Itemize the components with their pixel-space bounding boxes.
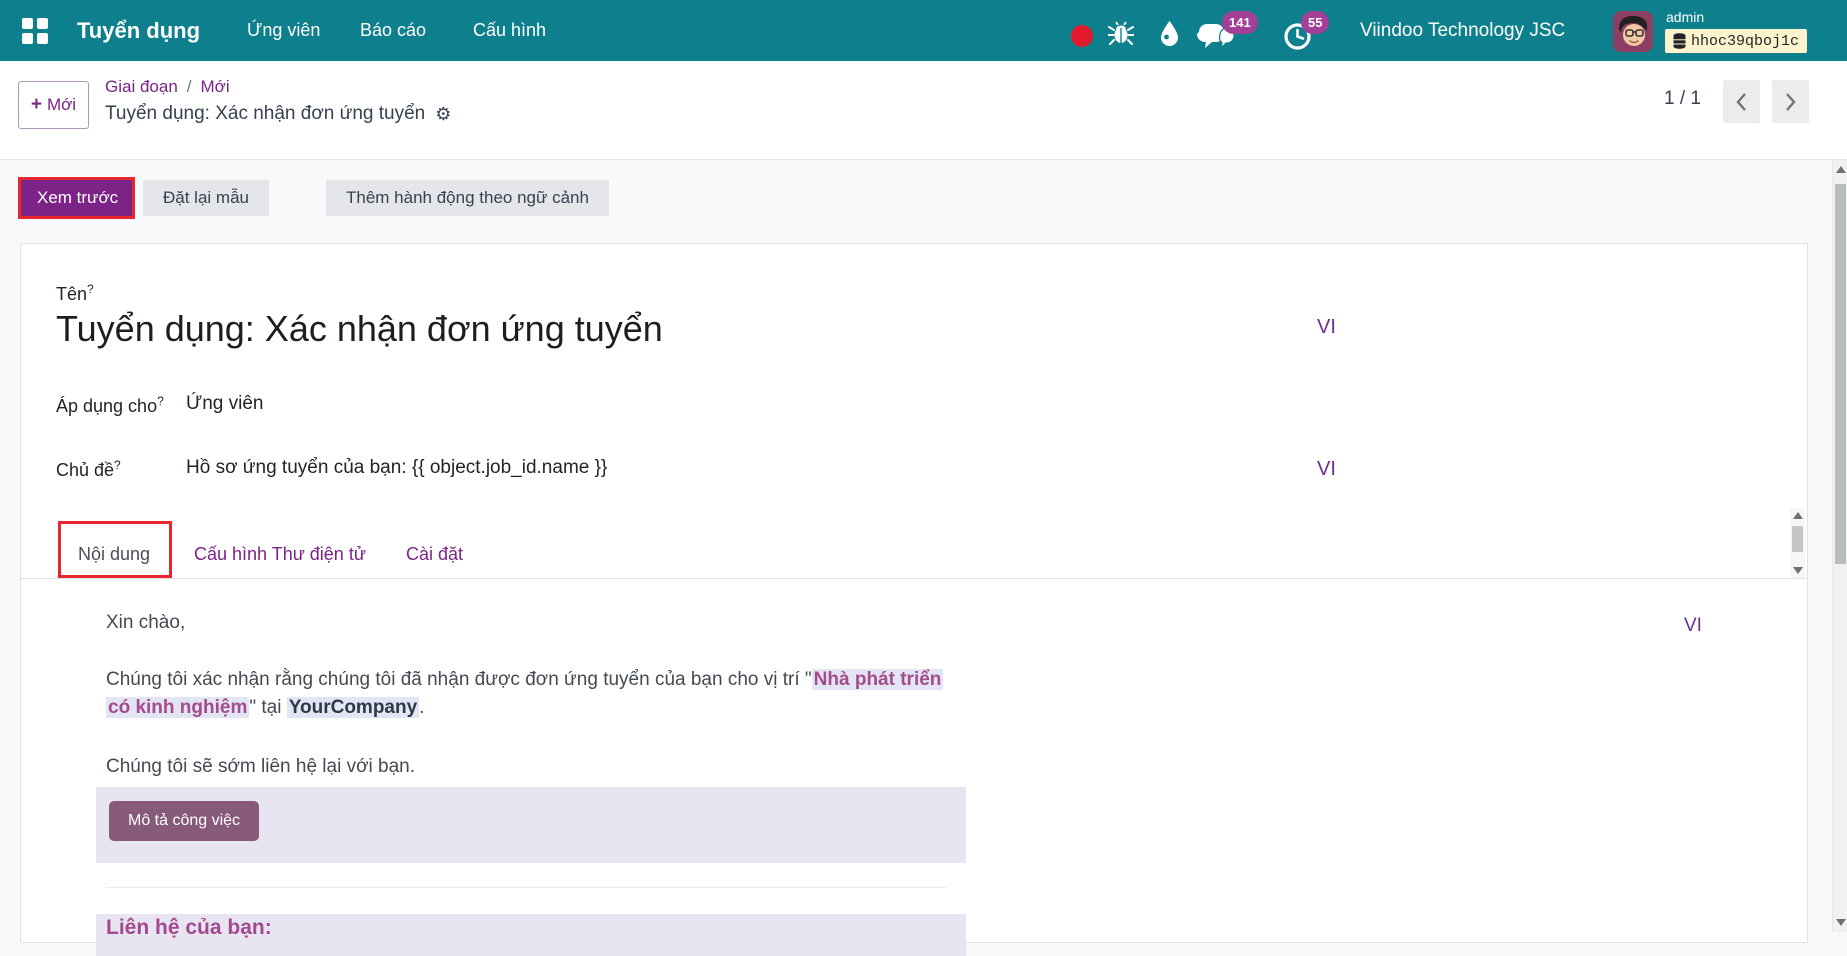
page-scrollbar-thumb[interactable]	[1835, 184, 1846, 564]
company-highlight: YourCompany	[287, 697, 419, 718]
tab-cau-hinh-thu-dien-tu[interactable]: Cấu hình Thư điện tử	[194, 544, 366, 565]
email-followup: Chúng tôi sẽ sớm liên hệ lại với bạn.	[106, 756, 415, 778]
help-marker: ?	[87, 282, 94, 296]
template-name-value[interactable]: Tuyển dụng: Xác nhận đơn ứng tuyển	[56, 308, 663, 350]
pager-next-button[interactable]	[1772, 80, 1809, 123]
body-language-badge[interactable]: VI	[1684, 615, 1702, 637]
breadcrumb-current-link[interactable]: Mới	[201, 77, 230, 97]
job-position-highlight: có kinh nghiệm	[106, 697, 249, 718]
editor-scrollbar[interactable]	[1790, 508, 1805, 578]
new-record-button[interactable]: + Mới	[18, 81, 89, 129]
email-paragraph-line1: Chúng tôi xác nhận rằng chúng tôi đã nhậ…	[106, 666, 943, 694]
tab-cai-dat[interactable]: Cài đặt	[406, 544, 463, 565]
preview-button[interactable]: Xem trước	[21, 180, 134, 216]
email-paragraph-text: Chúng tôi xác nhận rằng chúng tôi đã nhậ…	[106, 669, 812, 690]
scroll-down-arrow-icon[interactable]	[1836, 919, 1846, 926]
reset-template-button[interactable]: Đặt lại mẫu	[143, 180, 269, 216]
gear-icon[interactable]: ⚙	[435, 104, 451, 125]
name-language-badge[interactable]: VI	[1317, 316, 1336, 339]
menu-bao-cao[interactable]: Báo cáo	[360, 0, 426, 61]
form-sheet: Tên? Tuyển dụng: Xác nhận đơn ứng tuyển …	[20, 243, 1808, 943]
subject-language-badge[interactable]: VI	[1317, 458, 1336, 481]
contact-strip: Liên hệ của bạn:	[96, 914, 966, 956]
job-description-button[interactable]: Mô tả công việc	[109, 801, 259, 841]
scroll-down-arrow-icon[interactable]	[1793, 567, 1803, 574]
page-scrollbar[interactable]	[1832, 160, 1847, 932]
breadcrumb: Giai đoạn / Mới	[105, 77, 230, 97]
record-title-row: Tuyển dụng: Xác nhận đơn ứng tuyển ⚙	[105, 103, 451, 125]
name-field-label: Tên?	[56, 282, 94, 305]
username-label: admin	[1666, 9, 1704, 25]
recording-dot-icon[interactable]	[1071, 25, 1093, 47]
app-name[interactable]: Tuyển dụng	[77, 0, 200, 61]
help-marker: ?	[114, 458, 121, 472]
apps-grid-glyph	[22, 18, 48, 44]
job-button-banner: Mô tả công việc	[96, 787, 966, 863]
name-label-text: Tên	[56, 284, 87, 304]
subject-value[interactable]: Hồ sơ ứng tuyển của bạn: {{ object.job_i…	[186, 457, 607, 479]
new-record-label: Mới	[47, 95, 76, 115]
applies-value[interactable]: Ứng viên	[186, 393, 264, 415]
pager-previous-button[interactable]	[1723, 80, 1760, 123]
subject-label-text: Chủ đề	[56, 460, 114, 480]
scroll-up-arrow-icon[interactable]	[1836, 166, 1846, 173]
tab-divider	[21, 578, 1807, 579]
record-title: Tuyển dụng: Xác nhận đơn ứng tuyển	[105, 103, 425, 125]
add-context-action-button[interactable]: Thêm hành động theo ngữ cảnh	[326, 180, 609, 216]
email-paragraph-text: .	[419, 697, 424, 718]
breadcrumb-separator: /	[187, 77, 192, 97]
job-position-highlight: Nhà phát triển	[812, 669, 944, 690]
scroll-up-arrow-icon[interactable]	[1793, 512, 1803, 519]
chevron-left-icon	[1735, 92, 1748, 112]
tab-noi-dung[interactable]: Nội dung	[78, 544, 150, 565]
email-greeting: Xin chào,	[106, 612, 185, 634]
menu-ung-vien[interactable]: Ứng viên	[247, 0, 320, 61]
pager-count: 1 / 1	[1664, 88, 1701, 110]
email-divider	[106, 887, 946, 888]
user-avatar[interactable]	[1613, 11, 1653, 52]
subject-field-label: Chủ đề?	[56, 458, 121, 481]
database-badge[interactable]: hhoc39qboj1c	[1665, 29, 1807, 53]
bug-icon[interactable]	[1108, 20, 1134, 45]
activities-count-badge[interactable]: 55	[1301, 11, 1329, 34]
control-panel: + Mới Giai đoạn / Mới Tuyển dụng: Xác nh…	[0, 61, 1847, 160]
plus-icon: +	[31, 94, 42, 116]
chevron-right-icon	[1784, 92, 1797, 112]
help-marker: ?	[157, 394, 164, 408]
database-icon	[1673, 33, 1686, 49]
editor-scrollbar-thumb[interactable]	[1792, 526, 1803, 552]
company-name[interactable]: Viindoo Technology JSC	[1360, 0, 1565, 61]
top-navbar: Tuyển dụng Ứng viên Báo cáo Cấu hình	[0, 0, 1847, 61]
breadcrumb-parent-link[interactable]: Giai đoạn	[105, 77, 178, 97]
menu-cau-hinh[interactable]: Cấu hình	[473, 0, 546, 61]
email-paragraph-text: " tại	[249, 697, 286, 718]
droplet-icon[interactable]	[1158, 20, 1181, 47]
messages-count-badge[interactable]: 141	[1222, 11, 1258, 34]
database-name: hhoc39qboj1c	[1691, 33, 1799, 50]
contact-heading: Liên hệ của bạn:	[106, 916, 272, 940]
apps-grid-icon[interactable]	[22, 0, 48, 61]
applies-field-label: Áp dụng cho?	[56, 394, 164, 417]
applies-label-text: Áp dụng cho	[56, 396, 157, 416]
email-paragraph-line2: có kinh nghiệm" tại YourCompany.	[106, 694, 424, 722]
